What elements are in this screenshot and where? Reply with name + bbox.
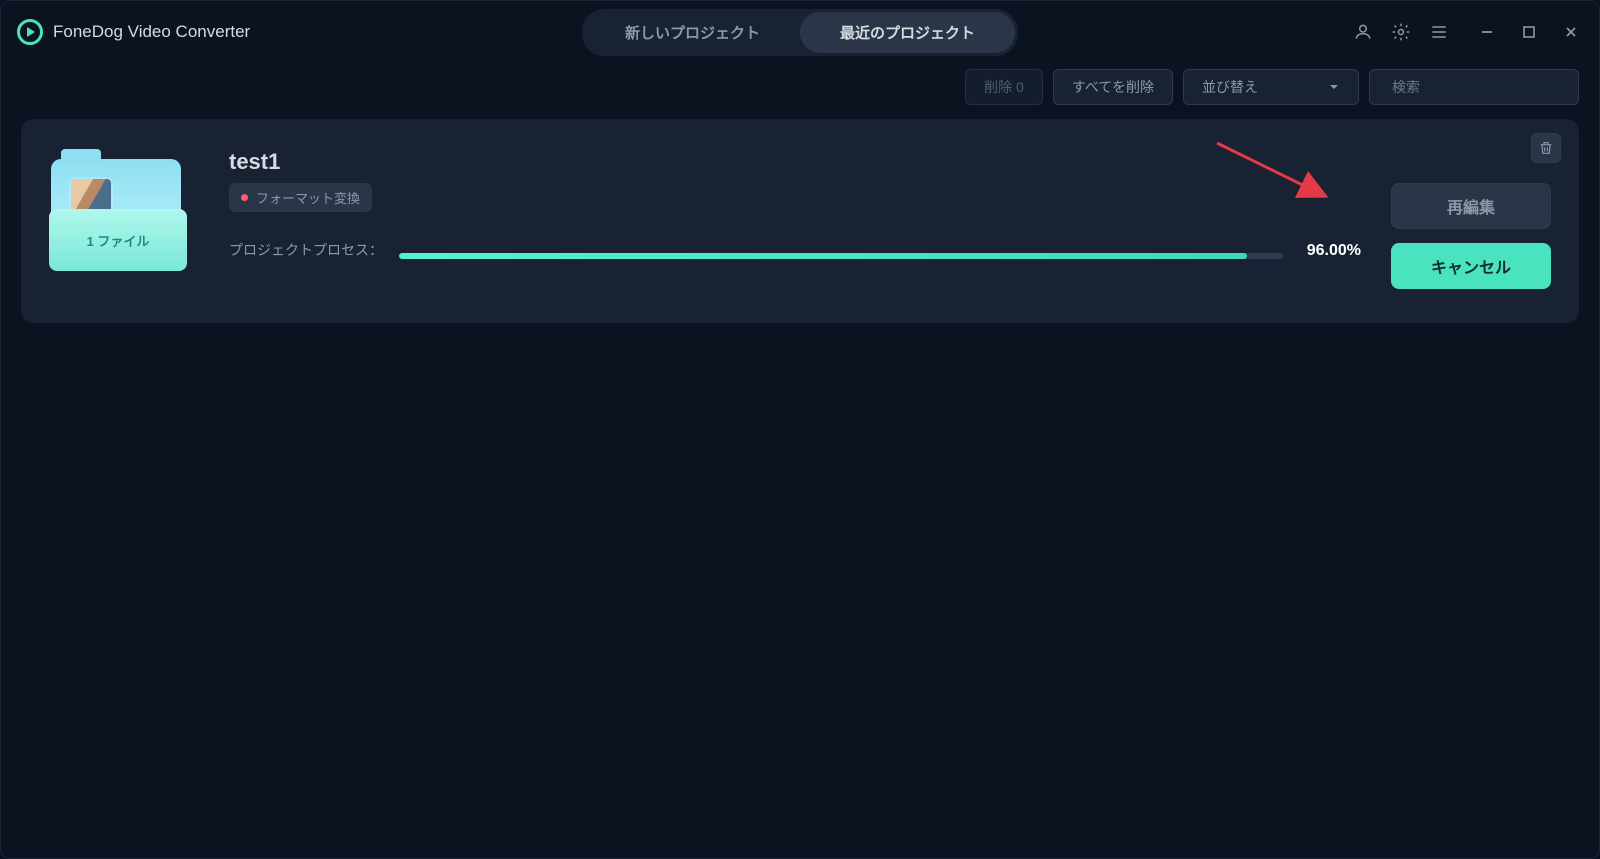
delete-all-button[interactable]: すべてを削除	[1053, 69, 1173, 105]
app-title: FoneDog Video Converter	[53, 22, 250, 42]
play-logo-icon	[17, 19, 43, 45]
sort-dropdown-label: 並び替え	[1202, 77, 1258, 97]
gear-icon[interactable]	[1389, 20, 1413, 44]
project-thumbnail: 1 ファイル	[49, 151, 199, 271]
cancel-button[interactable]: キャンセル	[1391, 243, 1551, 289]
maximize-button[interactable]	[1517, 20, 1541, 44]
header-controls	[1351, 20, 1583, 44]
projects-toolbar: 削除 0 すべてを削除 並び替え	[1, 63, 1599, 119]
app-header: FoneDog Video Converter 新しいプロジェクト 最近のプロジ…	[1, 1, 1599, 63]
progress-bar	[399, 253, 1283, 259]
project-tabs: 新しいプロジェクト 最近のプロジェクト	[582, 9, 1018, 56]
reedit-button[interactable]: 再編集	[1391, 183, 1551, 229]
window-controls	[1475, 20, 1583, 44]
search-field[interactable]	[1369, 69, 1579, 105]
badge-label: フォーマット変換	[256, 188, 360, 207]
minimize-button[interactable]	[1475, 20, 1499, 44]
search-input[interactable]	[1390, 78, 1575, 96]
delete-project-button[interactable]	[1531, 133, 1561, 163]
account-icon[interactable]	[1351, 20, 1375, 44]
app-logo: FoneDog Video Converter	[17, 19, 250, 45]
tab-recent-projects[interactable]: 最近のプロジェクト	[800, 12, 1015, 53]
progress-fill	[399, 253, 1247, 259]
tab-new-project[interactable]: 新しいプロジェクト	[585, 12, 800, 53]
sort-dropdown[interactable]: 並び替え	[1183, 69, 1359, 105]
trash-icon	[1538, 140, 1554, 156]
delete-selected-button[interactable]: 削除 0	[965, 69, 1043, 105]
progress-row: プロジェクトプロセス： 96.00%	[229, 240, 1361, 260]
project-card: 1 ファイル test1 フォーマット変換 プロジェクトプロセス： 96.00%…	[21, 119, 1579, 323]
file-count-label: 1 ファイル	[87, 231, 150, 250]
close-button[interactable]	[1559, 20, 1583, 44]
project-type-badge: フォーマット変換	[229, 183, 372, 212]
progress-percent: 96.00%	[1307, 242, 1361, 260]
progress-label: プロジェクトプロセス：	[229, 240, 383, 260]
project-actions: 再編集 キャンセル	[1391, 183, 1551, 289]
project-body: test1 フォーマット変換 プロジェクトプロセス： 96.00%	[229, 147, 1361, 289]
project-title: test1	[229, 149, 1361, 175]
projects-list: 1 ファイル test1 フォーマット変換 プロジェクトプロセス： 96.00%…	[1, 119, 1599, 323]
menu-icon[interactable]	[1427, 20, 1451, 44]
chevron-down-icon	[1328, 81, 1340, 93]
